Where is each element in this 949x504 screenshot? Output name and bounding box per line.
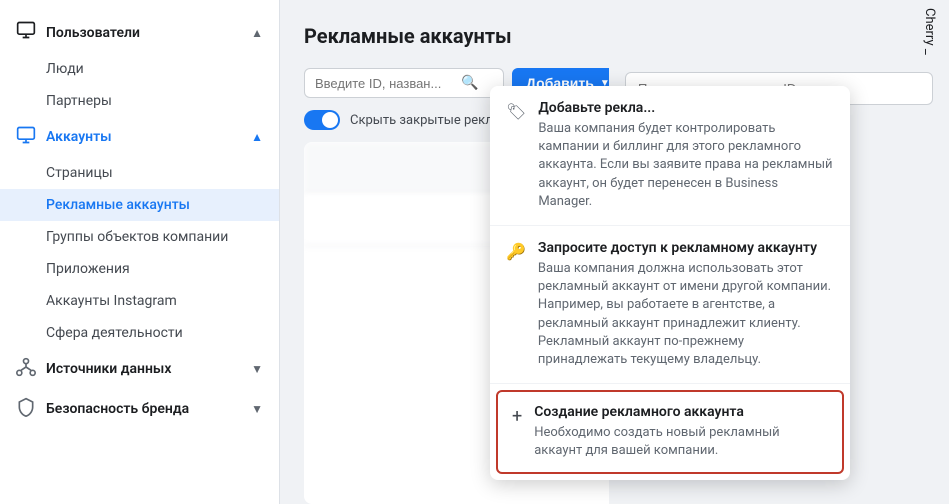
chevron-up-icon: ▲: [251, 26, 263, 40]
sidebar-item-business-groups[interactable]: Группы объектов компании: [0, 221, 279, 253]
tag-icon: 🏷: [506, 102, 526, 121]
cherry-text: Cherry _: [918, 0, 941, 63]
dropdown-item-3-title: Создание рекламного аккаунта: [534, 404, 828, 420]
dropdown-item-1-title: Добавьте рекла...: [538, 100, 834, 116]
sidebar: Пользователи ▲ Люди Партнеры Аккаунты ▲ …: [0, 0, 280, 504]
chevron-down-icon-data: ▼: [251, 362, 263, 376]
sidebar-item-instagram[interactable]: Аккаунты Instagram: [0, 285, 279, 317]
brand-safety-icon: [16, 397, 36, 421]
dropdown-item-1-desc: Ваша компания будет контролировать кампа…: [538, 120, 834, 211]
page-title: Рекламные аккаунты: [304, 24, 925, 48]
dropdown-item-add-ad-account[interactable]: 🏷 Добавьте рекла... Ваша компания будет …: [490, 86, 850, 226]
sidebar-section-accounts-label: Аккаунты: [46, 129, 112, 145]
hide-closed-toggle[interactable]: [304, 110, 340, 130]
add-dropdown: 🏷 Добавьте рекла... Ваша компания будет …: [490, 86, 850, 480]
chevron-up-icon-accounts: ▲: [251, 130, 263, 144]
search-icon: 🔍: [461, 75, 478, 91]
chevron-down-icon-brand: ▼: [251, 402, 263, 416]
dropdown-item-request-access[interactable]: 🔑 Запросите доступ к рекламному аккаунту…: [490, 226, 850, 384]
dropdown-item-create-ad-account[interactable]: + Создание рекламного аккаунта Необходим…: [496, 390, 844, 474]
sidebar-section-brand-safety[interactable]: Безопасность бренда ▼: [0, 389, 279, 429]
users-icon: [16, 20, 36, 45]
sidebar-item-ad-accounts[interactable]: Рекламные аккаунты: [0, 189, 279, 221]
data-sources-icon: [16, 357, 36, 381]
key-icon: 🔑: [506, 242, 526, 261]
search-input[interactable]: [315, 76, 455, 91]
sidebar-item-partners[interactable]: Партнеры: [0, 85, 279, 117]
sidebar-section-accounts[interactable]: Аккаунты ▲: [0, 117, 279, 157]
sidebar-section-users-label: Пользователи: [46, 25, 140, 41]
accounts-icon: [16, 125, 36, 149]
dropdown-item-3-desc: Необходимо создать новый рекламный аккау…: [534, 424, 828, 460]
sidebar-item-people[interactable]: Люди: [0, 53, 279, 85]
dropdown-item-2-title: Запросите доступ к рекламному аккаунту: [538, 240, 834, 256]
sidebar-section-data-sources-label: Источники данных: [46, 361, 171, 377]
dropdown-item-2-desc: Ваша компания должна использовать этот р…: [538, 260, 834, 369]
plus-icon: +: [512, 406, 522, 427]
sidebar-item-apps[interactable]: Приложения: [0, 253, 279, 285]
sidebar-section-data-sources[interactable]: Источники данных ▼: [0, 349, 279, 389]
sidebar-section-brand-safety-label: Безопасность бренда: [46, 401, 189, 417]
sidebar-item-activity[interactable]: Сфера деятельности: [0, 317, 279, 349]
sidebar-section-users[interactable]: Пользователи ▲: [0, 12, 279, 53]
search-box[interactable]: 🔍: [304, 68, 504, 98]
sidebar-item-pages[interactable]: Страницы: [0, 157, 279, 189]
main-content: Рекламные аккаунты 🔍 Добавить ▼ Фильтров…: [280, 0, 949, 504]
